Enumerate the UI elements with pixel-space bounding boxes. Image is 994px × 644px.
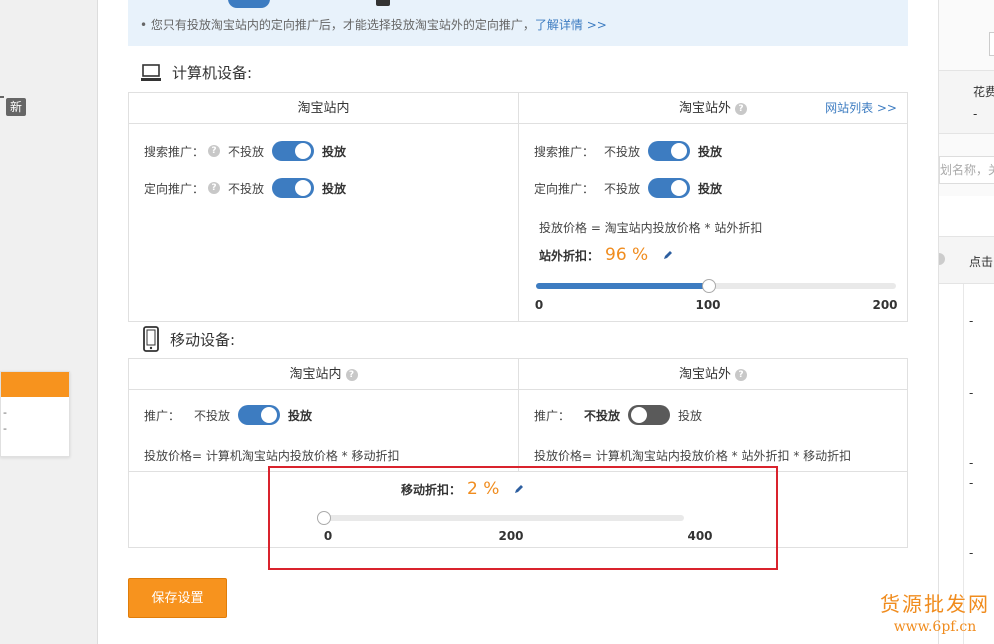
table-cell: - bbox=[969, 546, 974, 560]
mobile-inner-promo-row: 推广： 不投放 投放 bbox=[144, 405, 312, 425]
mobile-phone-icon bbox=[143, 326, 159, 352]
left-sidebar-fragment: 新 - - bbox=[0, 0, 98, 644]
data-table: 点击 - - - - - bbox=[939, 196, 994, 644]
cost-value: - bbox=[973, 107, 978, 121]
outer-discount-value: 96 % bbox=[605, 245, 649, 265]
cost-header: 花费 bbox=[973, 85, 994, 99]
outer-search-promo-row: 搜索推广： 不投放 投放 bbox=[534, 141, 722, 161]
new-badge: 新 bbox=[6, 98, 26, 116]
site-list-link[interactable]: 网站列表 >> bbox=[825, 93, 897, 124]
outer-targeted-promo-toggle[interactable] bbox=[648, 178, 691, 198]
save-settings-button[interactable]: 保存设置 bbox=[128, 578, 227, 618]
right-summary-header: 花费 - bbox=[939, 70, 994, 134]
help-icon[interactable]: ? bbox=[208, 145, 221, 157]
column-header: 淘宝站内 bbox=[129, 93, 518, 124]
search-promo-row: 搜索推广：? 不投放 投放 bbox=[144, 141, 346, 161]
mobile-outer-promo-toggle[interactable] bbox=[628, 405, 671, 425]
learn-more-link[interactable]: 了解详情 >> bbox=[535, 18, 607, 32]
slider-thumb[interactable] bbox=[701, 279, 716, 293]
warning-icon bbox=[376, 0, 390, 6]
outer-targeted-promo-row: 定向推广： 不投放 投放 bbox=[534, 178, 722, 198]
outer-discount-slider[interactable] bbox=[536, 279, 896, 293]
right-button-fragment[interactable] bbox=[989, 32, 994, 56]
left-card-dash: - bbox=[3, 406, 7, 419]
slider-fill bbox=[536, 283, 709, 289]
column-header: 淘宝站外? 网站列表 >> bbox=[519, 93, 907, 124]
notice-banner: • 您只有投放淘宝站内的定向推广后，才能选择投放淘宝站外的定向推广，了解详情 >… bbox=[128, 0, 908, 46]
click-column-header[interactable]: 点击 bbox=[969, 253, 993, 270]
search-promo-toggle[interactable] bbox=[272, 141, 315, 161]
price-formula: 投放价格 = 淘宝站内投放价格 * 站外折扣 bbox=[539, 221, 763, 235]
targeted-promo-toggle[interactable] bbox=[272, 178, 315, 198]
toggle-fragment[interactable] bbox=[228, 0, 270, 8]
right-table-fragment: 花费 - 划名称，关 点击 - - - - - bbox=[938, 0, 994, 644]
outer-discount: 站外折扣： 96 % bbox=[539, 245, 674, 265]
mobile-section-title: 移动设备: bbox=[142, 326, 235, 352]
computer-section-title: 计算机设备: bbox=[140, 62, 252, 83]
targeted-promo-row: 定向推广：? 不投放 投放 bbox=[144, 178, 346, 198]
left-card-dash: - bbox=[3, 422, 7, 435]
column-header: 淘宝站内? bbox=[129, 359, 518, 390]
table-header: 点击 bbox=[939, 236, 994, 284]
mobile-outer-column: 淘宝站外? 推广： 不投放 投放 投放价格= 计算机淘宝站内投放价格 * 站外折… bbox=[519, 359, 907, 471]
help-icon[interactable]: ? bbox=[345, 368, 358, 381]
highlight-box bbox=[268, 466, 778, 570]
slider-tick: 0 bbox=[534, 298, 544, 312]
help-icon[interactable]: ? bbox=[208, 182, 221, 194]
column-header: 淘宝站外? bbox=[519, 359, 907, 390]
table-cell: - bbox=[969, 314, 974, 328]
help-icon[interactable] bbox=[939, 253, 945, 265]
notice-text: • 您只有投放淘宝站内的定向推广后，才能选择投放淘宝站外的定向推广，了解详情 >… bbox=[140, 18, 607, 32]
left-card-header[interactable] bbox=[1, 372, 69, 397]
mobile-inner-promo-toggle[interactable] bbox=[238, 405, 281, 425]
mobile-inner-formula: 投放价格= 计算机淘宝站内投放价格 * 移动折扣 bbox=[144, 449, 400, 463]
mobile-outer-formula: 投放价格= 计算机淘宝站内投放价格 * 站外折扣 * 移动折扣 bbox=[534, 449, 852, 463]
computer-outer-column: 淘宝站外? 网站列表 >> 搜索推广： 不投放 投放 定向推广： 不投放 投放 … bbox=[519, 93, 907, 321]
watermark: 货源批发网 www.6pf.cn bbox=[880, 592, 990, 635]
help-icon[interactable]: ? bbox=[735, 368, 747, 381]
help-icon[interactable]: ? bbox=[735, 102, 747, 115]
laptop-icon bbox=[141, 63, 161, 81]
mobile-inner-column: 淘宝站内? 推广： 不投放 投放 投放价格= 计算机淘宝站内投放价格 * 移动折… bbox=[129, 359, 519, 471]
computer-inner-column: 淘宝站内 搜索推广：? 不投放 投放 定向推广：? 不投放 投放 bbox=[129, 93, 519, 321]
left-card: - - bbox=[0, 371, 70, 457]
computer-panel: 淘宝站内 搜索推广：? 不投放 投放 定向推广：? 不投放 投放 淘宝站外? 网… bbox=[128, 92, 908, 322]
left-dash bbox=[0, 96, 4, 98]
mobile-outer-promo-row: 推广： 不投放 投放 bbox=[534, 405, 702, 425]
edit-pencil-icon[interactable] bbox=[662, 249, 674, 261]
table-cell: - bbox=[969, 386, 974, 400]
slider-tick: 100 bbox=[695, 298, 721, 312]
outer-search-promo-toggle[interactable] bbox=[648, 141, 691, 161]
table-cell: - bbox=[969, 456, 974, 470]
search-input[interactable]: 划名称，关 bbox=[939, 156, 994, 184]
slider-tick: 200 bbox=[872, 298, 898, 312]
table-cell: - bbox=[969, 476, 974, 490]
